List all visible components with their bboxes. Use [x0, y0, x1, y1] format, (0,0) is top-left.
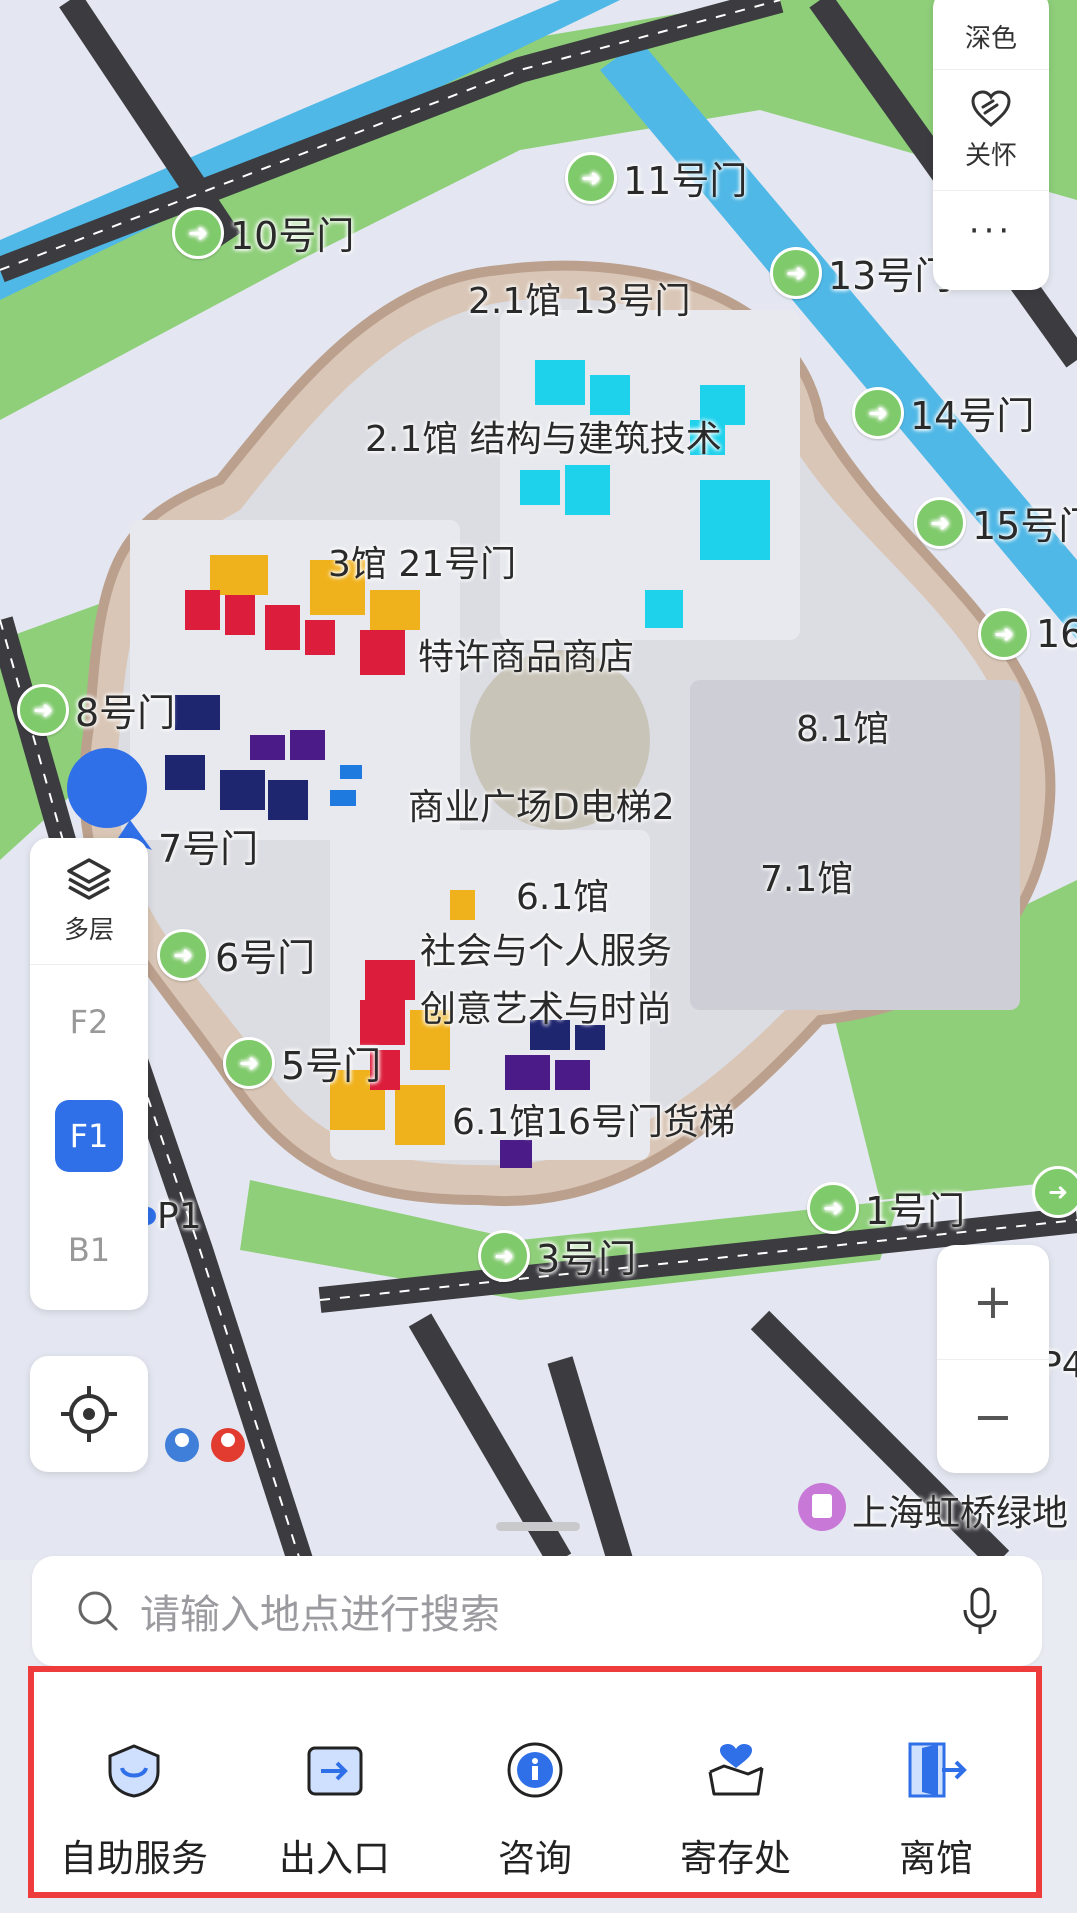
gate-icon: ➜: [565, 151, 617, 204]
gate-icon: ➜: [157, 928, 209, 981]
gate-icon: ➜: [770, 246, 822, 299]
user-location-marker: [67, 748, 147, 828]
exit-button[interactable]: 离馆: [836, 1672, 1036, 1882]
zoom-in-button[interactable]: +: [937, 1245, 1049, 1360]
label-hall3-gate21[interactable]: 3馆 21号门: [328, 535, 516, 587]
search-bar[interactable]: 请输入地点进行搜索: [32, 1556, 1042, 1666]
heart-hand-icon: [971, 89, 1011, 127]
gate-icon: ➜: [914, 496, 966, 549]
multi-layer-button[interactable]: 多层: [30, 838, 148, 965]
search-input[interactable]: 请输入地点进行搜索: [140, 1582, 500, 1640]
locate-button[interactable]: [30, 1356, 148, 1472]
label-creative-art[interactable]: 创意艺术与时尚: [420, 980, 672, 1032]
gate-11[interactable]: ➜ 11号门: [565, 150, 747, 205]
gate-13[interactable]: ➜ 13号门: [770, 245, 952, 300]
gate-15[interactable]: ➜15号门: [914, 495, 1077, 550]
gate-icon: ➜: [807, 1181, 859, 1234]
self-service-button[interactable]: 自助服务: [34, 1672, 234, 1882]
more-icon: ···: [968, 211, 1014, 251]
floor-selector: 多层 F2 F1 B1: [30, 838, 148, 1310]
label-hall21-gate13[interactable]: 2.1馆 13号门: [468, 272, 691, 324]
gate-icon: ➜: [852, 386, 904, 439]
gate-16[interactable]: ➜ 16: [978, 608, 1077, 660]
gate-5[interactable]: ➜ 5号门: [223, 1035, 381, 1090]
more-button[interactable]: ···: [933, 191, 1049, 271]
label-hall61-lift[interactable]: 6.1馆16号门货梯: [452, 1093, 735, 1145]
self-service-icon: [108, 1744, 160, 1798]
zoom-out-button[interactable]: −: [937, 1360, 1049, 1474]
gate-icon: ➜: [478, 1229, 530, 1282]
gate-icon: ➜: [17, 683, 69, 736]
dark-mode-button[interactable]: 深色: [933, 0, 1049, 70]
consult-button[interactable]: 咨询: [435, 1672, 635, 1882]
label-hall81[interactable]: 8.1馆: [796, 700, 889, 752]
crosshair-icon: [61, 1386, 117, 1442]
storage-icon: [708, 1744, 763, 1796]
service-bar: 自助服务 出入口 咨询 寄存处 离馆: [28, 1666, 1042, 1898]
zoom-controls: + −: [937, 1245, 1049, 1473]
layers-icon: [67, 858, 111, 900]
microphone-icon[interactable]: [960, 1586, 1000, 1636]
label-hall71[interactable]: 7.1馆: [760, 850, 853, 902]
label-parking-p1[interactable]: P1: [157, 1196, 202, 1237]
gate-8[interactable]: ➜ 8号门: [17, 682, 175, 737]
label-franchise-store[interactable]: 特许商品商店: [418, 628, 634, 680]
floor-b1[interactable]: B1: [30, 1193, 148, 1307]
storage-button[interactable]: 寄存处: [636, 1672, 836, 1882]
care-mode-button[interactable]: 关怀: [933, 70, 1049, 191]
sheet-drag-handle[interactable]: [496, 1522, 580, 1531]
gate-1[interactable]: ➜ 1号门: [807, 1180, 965, 1235]
label-social-service[interactable]: 社会与个人服务: [420, 922, 672, 974]
gate-14[interactable]: ➜ 14号门: [852, 385, 1034, 440]
gate-icon: ➜: [223, 1036, 275, 1089]
floor-f2[interactable]: F2: [30, 965, 148, 1079]
gate-10[interactable]: ➜ 10号门: [172, 205, 354, 260]
label-plaza-elevator[interactable]: 商业广场D电梯2: [408, 778, 675, 830]
entrance-icon: [307, 1746, 362, 1796]
search-icon: [78, 1591, 118, 1631]
label-hall61[interactable]: 6.1馆: [516, 868, 609, 920]
entrance-button[interactable]: 出入口: [235, 1672, 435, 1882]
gate-icon: ➜: [172, 206, 224, 259]
label-hongqiao-green[interactable]: 上海虹桥绿地: [852, 1484, 1068, 1536]
gate-icon[interactable]: ➜: [1032, 1166, 1077, 1218]
info-icon: [507, 1742, 563, 1798]
gate-3[interactable]: ➜ 3号门: [478, 1228, 636, 1283]
label-hall21-tech[interactable]: 2.1馆 结构与建筑技术: [365, 410, 722, 462]
map-style-panel: 深色 关怀 ···: [933, 0, 1049, 290]
exit-icon: [908, 1742, 967, 1798]
gate-6[interactable]: ➜ 6号门: [157, 927, 315, 982]
floor-f1[interactable]: F1: [30, 1079, 148, 1193]
gate-icon: ➜: [978, 608, 1030, 660]
